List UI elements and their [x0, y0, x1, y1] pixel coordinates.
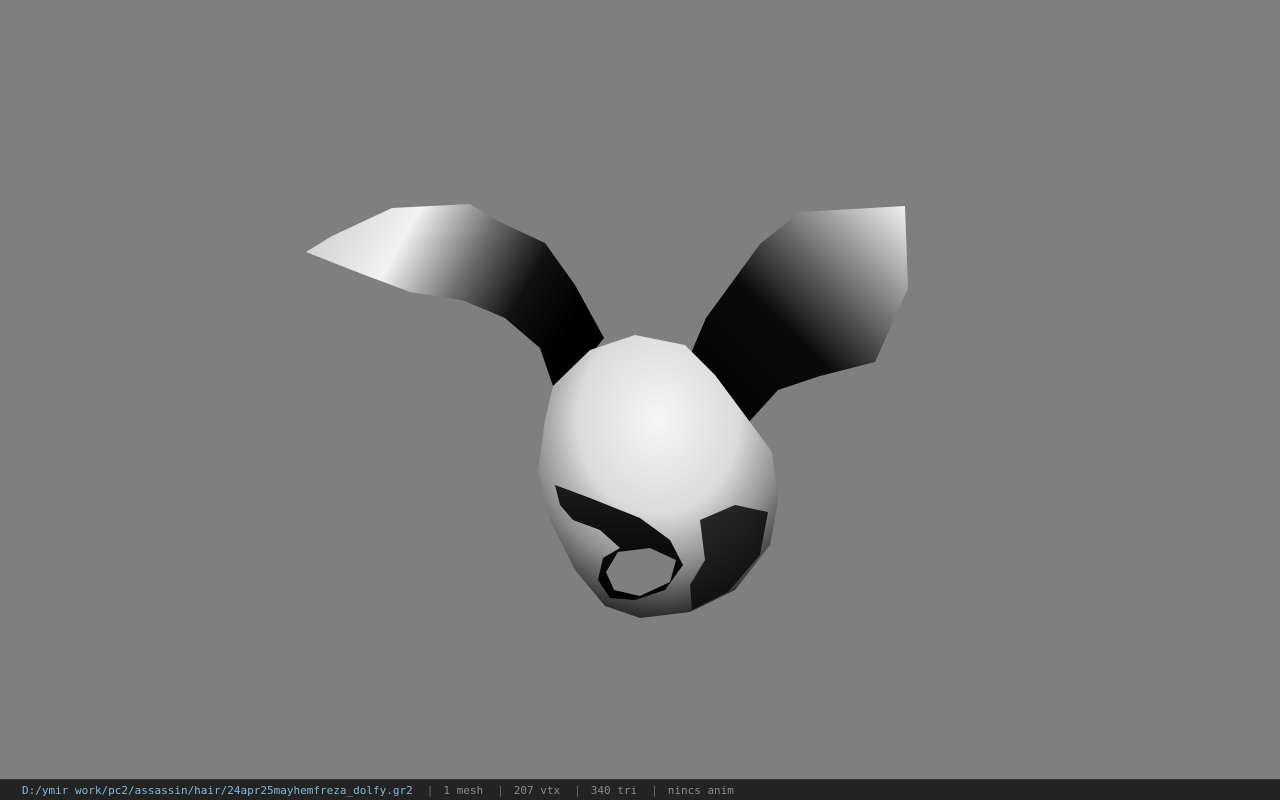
- separator: |: [497, 783, 504, 797]
- model-render[interactable]: [0, 0, 1280, 779]
- mesh-count: 1 mesh: [443, 783, 484, 797]
- file-path: D:/ymir work/pc2/assassin/hair/24apr25ma…: [22, 783, 413, 797]
- separator: |: [651, 783, 658, 797]
- separator: |: [426, 783, 434, 797]
- animation-status: nincs anim: [667, 783, 734, 797]
- vertex-count: 207 vtx: [513, 783, 561, 797]
- separator: |: [574, 783, 581, 797]
- left-ear: [306, 204, 604, 386]
- status-bar: D:/ymir work/pc2/assassin/hair/24apr25ma…: [0, 779, 1280, 800]
- 3d-viewport[interactable]: [0, 0, 1280, 779]
- triangle-count: 340 tri: [590, 783, 638, 797]
